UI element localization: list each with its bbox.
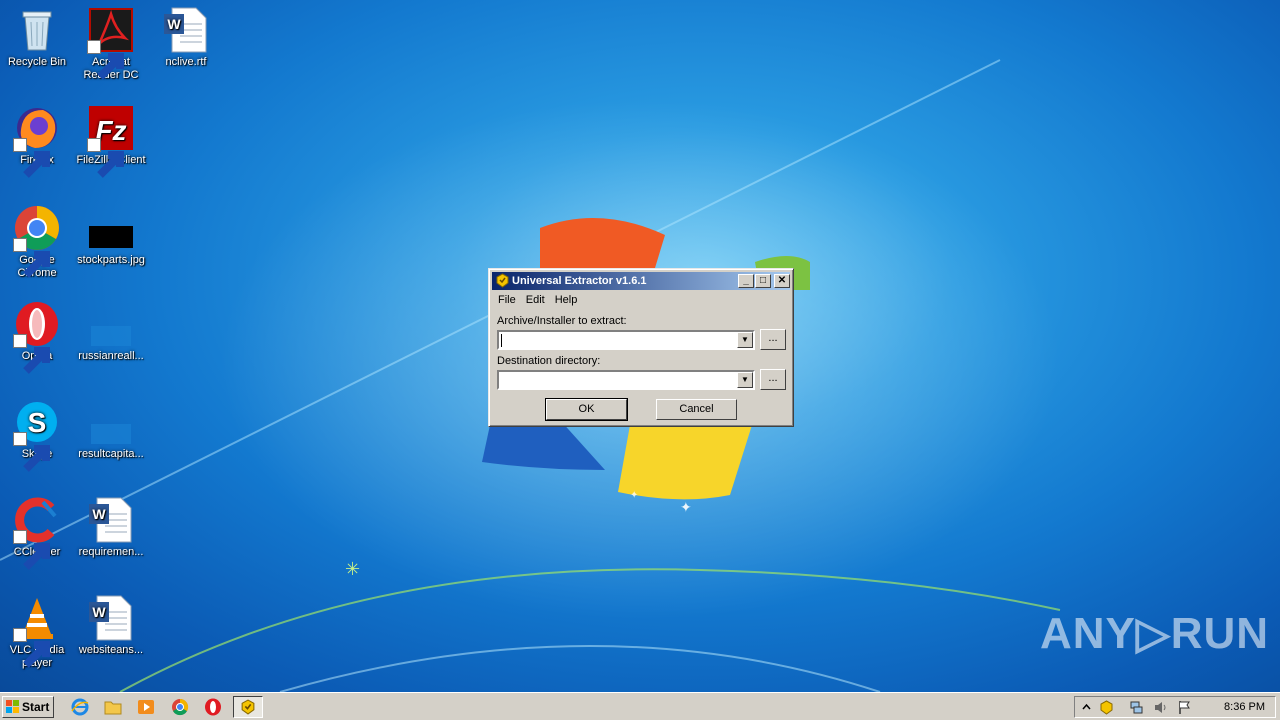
ok-button[interactable]: OK [545,398,628,421]
desktop-icon-recycle-bin[interactable]: Recycle Bin [0,6,74,69]
anyrun-watermark: ANY▷RUN [1040,609,1270,658]
desktop-icon-label: stockparts.jpg [77,254,145,266]
desktop: ✦ ✦ ✳ Recycle Bin Firefox Google Chrome … [0,0,1280,692]
filezilla-icon: Fz [87,104,135,178]
cancel-button[interactable]: Cancel [656,399,737,420]
desktop-icon-acrobat[interactable]: Acrobat Reader DC [74,6,148,82]
ccleaner-icon [13,496,61,570]
dialog-titlebar[interactable]: Universal Extractor v1.6.1 _ □ ✕ [492,272,790,290]
dialog-title: Universal Extractor v1.6.1 [512,275,647,287]
desktop-icon-label: nclive.rtf [165,56,207,68]
shortcut-arrow-icon [13,238,50,278]
universal-extractor-icon [241,699,255,715]
archive-dropdown-button[interactable]: ▼ [737,332,753,348]
archive-browse-button[interactable]: ... [760,329,786,350]
universal-extractor-tray-icon[interactable] [1099,700,1114,715]
vlc-icon [13,594,61,668]
blank-file-icon [87,300,135,348]
minimize-button[interactable]: _ [738,274,754,288]
desktop-icon-label: requiremen... [78,546,144,558]
desktop-icon-russianreall[interactable]: russianreall... [74,300,148,363]
desktop-icon-firefox[interactable]: Firefox [0,104,74,178]
folder-icon[interactable] [104,698,122,716]
network-icon[interactable] [1129,700,1144,715]
word-document-icon: W [162,6,210,54]
menu-edit[interactable]: Edit [521,292,550,310]
desktop-icon-filezilla[interactable]: Fz FileZilla Client [74,104,148,178]
desktop-icon-label: russianreall... [78,350,144,362]
internet-explorer-icon[interactable] [71,698,89,716]
chrome-icon [13,204,61,278]
show-hidden-icons-chevron[interactable] [1079,700,1094,715]
blank-file-icon [87,398,135,446]
destination-combobox[interactable]: ▼ [497,370,755,390]
desktop-icon-nclive[interactable]: W nclive.rtf [149,6,223,69]
desktop-icon-label: Recycle Bin [7,56,67,68]
desktop-icon-resultcapita[interactable]: resultcapita... [74,398,148,461]
destination-dropdown-button[interactable]: ▼ [737,372,753,388]
desktop-icon-vlc[interactable]: VLC media player [0,594,74,670]
shortcut-arrow-icon [13,432,50,472]
taskbar: Start 8:36 PM [0,692,1280,720]
archive-label: Archive/Installer to extract: [497,315,627,327]
desktop-icon-websiteans[interactable]: W websiteans... [74,594,148,657]
svg-text:✳: ✳ [345,559,360,580]
desktop-icon-stockparts[interactable]: stockparts.jpg [74,204,148,267]
taskbar-universal-extractor[interactable] [233,696,263,718]
clock[interactable]: 8:36 PM [1224,697,1265,717]
desktop-icon-opera[interactable]: Opera [0,300,74,374]
archive-combobox[interactable]: ▼ [497,330,755,350]
maximize-button[interactable]: □ [755,274,771,288]
recycle-bin-icon [13,6,61,54]
action-center-flag-icon[interactable] [1177,700,1192,715]
desktop-icon-chrome[interactable]: Google Chrome [0,204,74,280]
menu-help[interactable]: Help [550,292,583,310]
universal-extractor-icon [496,273,509,288]
opera-icon[interactable] [204,698,222,716]
menu-bar: File Edit Help [493,292,582,310]
svg-text:W: W [92,506,106,522]
desktop-icon-label: resultcapita... [78,448,144,460]
svg-text:✦: ✦ [630,490,638,501]
word-document-icon: W [87,594,135,642]
svg-text:W: W [92,604,106,620]
close-button[interactable]: ✕ [774,274,790,288]
start-label: Start [22,700,50,714]
shortcut-arrow-icon [13,628,50,668]
windows-logo-icon [6,700,19,713]
menu-file[interactable]: File [493,292,521,310]
desktop-icon-label: websiteans... [78,644,144,656]
destination-browse-button[interactable]: ... [760,369,786,390]
chrome-icon[interactable] [171,698,189,716]
svg-text:W: W [167,16,181,32]
volume-icon[interactable] [1153,700,1168,715]
desktop-icon-ccleaner[interactable]: CCleaner [0,496,74,570]
media-player-icon[interactable] [137,698,155,716]
text-caret [501,334,502,347]
desktop-icon-requiremen[interactable]: W requiremen... [74,496,148,559]
shortcut-arrow-icon [87,40,124,80]
opera-icon [13,300,61,374]
shortcut-arrow-icon [13,334,50,374]
svg-text:✦: ✦ [680,500,692,516]
acrobat-reader-icon [87,6,135,80]
shortcut-arrow-icon [13,138,50,178]
system-tray: 8:36 PM [1074,696,1276,718]
word-document-icon: W [87,496,135,544]
shortcut-arrow-icon [87,138,124,178]
image-file-icon [87,204,135,252]
skype-icon: S [13,398,61,472]
shortcut-arrow-icon [13,530,50,570]
start-button[interactable]: Start [2,696,54,718]
desktop-icon-skype[interactable]: S Skype [0,398,74,472]
universal-extractor-dialog: Universal Extractor v1.6.1 _ □ ✕ File Ed… [488,268,794,427]
destination-label: Destination directory: [497,355,601,367]
firefox-icon [13,104,61,178]
